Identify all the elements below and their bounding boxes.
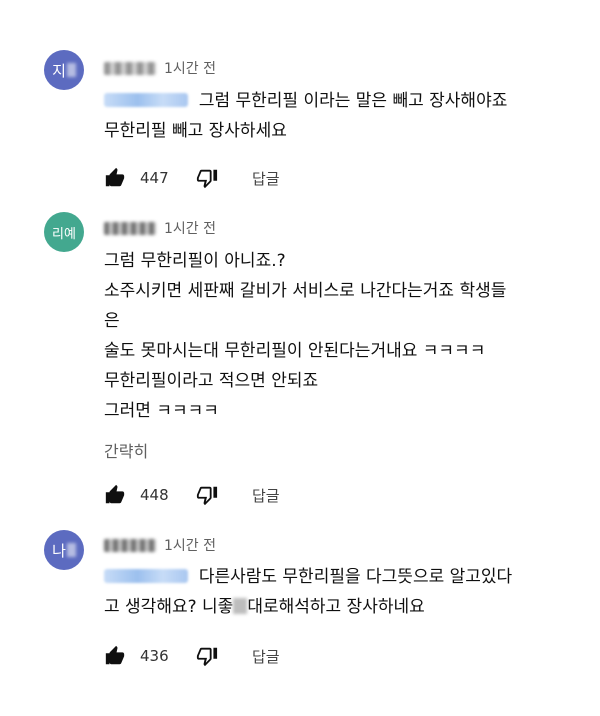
comment-actions: 436 답글 [104, 642, 280, 670]
comment-time: 1시간 전 [164, 221, 216, 237]
thumbs-down-icon[interactable] [196, 167, 218, 189]
comment-header: 1시간 전 [104, 216, 216, 240]
like-count: 448 [140, 486, 169, 504]
avatar[interactable]: 지 [44, 50, 84, 90]
censored-character [233, 598, 248, 614]
avatar[interactable]: 리예 [44, 212, 84, 252]
comment-text: 그럼 무한리필 이라는 말은 빼고 장사해야죠 무한리필 빼고 장사하세요 [104, 91, 508, 141]
thumbs-up-icon[interactable] [104, 484, 126, 506]
author-name-blurred[interactable] [104, 221, 156, 235]
mention-link-blurred[interactable] [104, 569, 188, 583]
comment-header: 1시간 전 [104, 533, 216, 557]
thumbs-down-icon[interactable] [196, 645, 218, 667]
thumbs-down-icon[interactable] [196, 484, 218, 506]
like-count: 447 [140, 169, 169, 187]
comment-actions: 447 답글 [104, 164, 280, 192]
comment-time: 1시간 전 [164, 538, 216, 554]
comment-text: 다른사람도 무한리필을 다그뜻으로 알고있다 고 생각해요? 니좋 대로해석하고 … [104, 567, 513, 617]
comment-actions: 448 답글 [104, 481, 280, 509]
comment-text: 그럼 무한리필이 아니죠.? 소주시키면 세판째 갈비가 서비스로 나간다는거죠… [104, 251, 507, 421]
thumbs-up-icon[interactable] [104, 167, 126, 189]
reply-button[interactable]: 답글 [252, 168, 280, 189]
mention-link-blurred[interactable] [104, 93, 188, 107]
thumbs-up-icon[interactable] [104, 645, 126, 667]
avatar[interactable]: 나 [44, 530, 84, 570]
reply-button[interactable]: 답글 [252, 646, 280, 667]
author-name-blurred[interactable] [104, 538, 156, 552]
comment-header: 1시간 전 [104, 56, 216, 80]
like-count: 436 [140, 647, 169, 665]
comment-time: 1시간 전 [164, 61, 216, 77]
reply-button[interactable]: 답글 [252, 485, 280, 506]
show-less-button[interactable]: 간략히 [104, 438, 148, 462]
author-name-blurred[interactable] [104, 61, 156, 75]
